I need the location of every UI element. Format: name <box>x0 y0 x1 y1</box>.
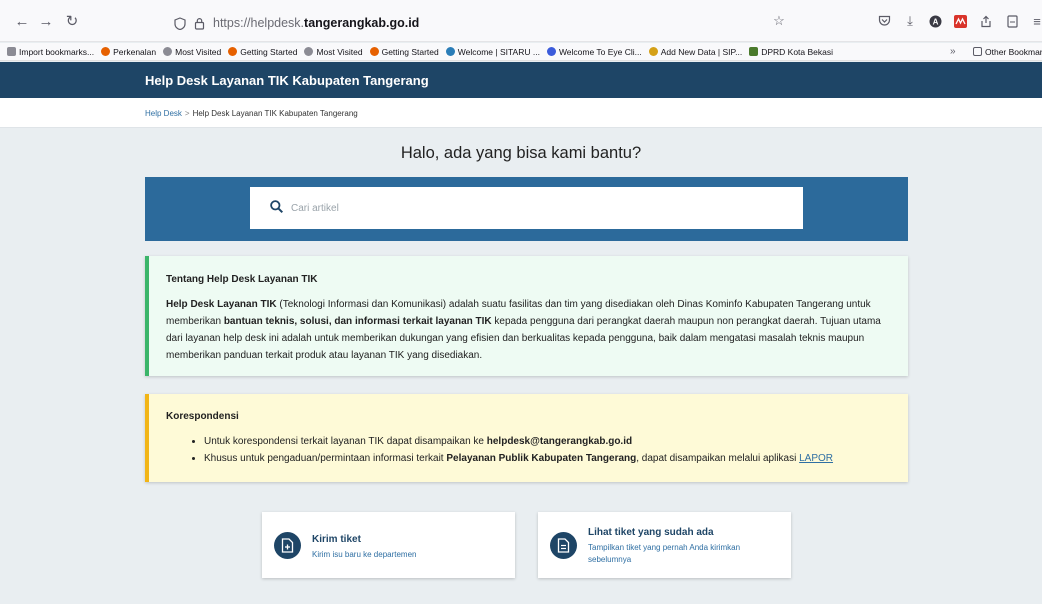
chevron-more-icon[interactable]: » <box>950 46 956 57</box>
about-card: Tentang Help Desk Layanan TIK Help Desk … <box>145 256 908 376</box>
bookmark-item[interactable]: Add New Data | SIP... <box>648 47 742 57</box>
bookmark-item[interactable]: DPRD Kota Bekasi <box>749 47 833 57</box>
firefox-icon <box>369 47 379 56</box>
bookmark-item[interactable]: Import bookmarks... <box>7 47 94 57</box>
hero-title: Halo, ada yang bisa kami bantu? <box>400 144 642 162</box>
view-tickets-title: Lihat tiket yang sudah ada <box>588 527 714 538</box>
breadcrumb-separator: > <box>184 109 190 118</box>
url-prefix: https://helpdesk. <box>213 16 305 30</box>
site-title[interactable]: Help Desk Layanan TIK Kabupaten Tangeran… <box>145 73 429 88</box>
about-title: Tentang Help Desk Layanan TIK <box>166 274 318 285</box>
bookmark-item[interactable]: Perkenalan <box>101 47 156 57</box>
dprd-icon <box>749 47 759 56</box>
site-header: Help Desk Layanan TIK Kabupaten Tangeran… <box>0 62 1042 98</box>
firefox-icon <box>228 47 238 56</box>
bookmark-item[interactable]: Getting Started <box>369 47 439 57</box>
list-item: Khusus untuk pengaduan/permintaan inform… <box>204 450 892 467</box>
new-ticket-subtitle: Kirim isu baru ke departemen <box>312 550 417 559</box>
forward-icon[interactable]: → <box>38 14 54 30</box>
bookmark-star-icon[interactable]: ☆ <box>770 12 788 30</box>
correspondence-title: Korespondensi <box>166 411 239 422</box>
lapor-link[interactable]: LAPOR <box>799 453 833 464</box>
bookmark-item[interactable]: Most Visited <box>163 47 221 57</box>
correspondence-card: Korespondensi Untuk korespondensi terkai… <box>145 394 908 482</box>
breadcrumb-home-link[interactable]: Help Desk <box>145 109 182 118</box>
search-box[interactable] <box>250 187 803 229</box>
extension-red-icon[interactable] <box>951 12 969 30</box>
new-ticket-title: Kirim tiket <box>312 534 361 545</box>
gear-icon <box>163 47 173 56</box>
lock-icon[interactable] <box>194 17 205 30</box>
gear-icon <box>304 47 314 56</box>
search-icon <box>270 200 283 213</box>
svg-text:A: A <box>932 17 938 26</box>
reload-icon[interactable]: ↻ <box>64 14 80 30</box>
hourglass-icon <box>648 47 658 56</box>
share-icon[interactable] <box>977 12 995 30</box>
bookmark-item[interactable]: Getting Started <box>228 47 297 57</box>
url-host: tangerangkab.go.id <box>304 16 420 30</box>
folder-icon <box>973 47 982 56</box>
breadcrumb-current: Help Desk Layanan TIK Kabupaten Tangeran… <box>192 109 358 118</box>
bookmark-item[interactable]: Most Visited <box>304 47 363 57</box>
view-tickets-button[interactable]: Lihat tiket yang sudah ada Tampilkan tik… <box>538 512 791 578</box>
bookmarks-bar: Import bookmarks... Perkenalan Most Visi… <box>0 43 1042 61</box>
new-ticket-button[interactable]: Kirim tiket Kirim isu baru ke departemen <box>262 512 515 578</box>
back-icon[interactable]: ← <box>14 14 30 30</box>
reader-icon[interactable] <box>1003 12 1021 30</box>
menu-icon[interactable]: ≡ <box>1028 12 1042 30</box>
view-tickets-subtitle: Tampilkan tiket yang pernah Anda kirimka… <box>588 543 741 564</box>
correspondence-list: Untuk korespondensi terkait layanan TIK … <box>204 433 892 467</box>
about-text: Help Desk Layanan TIK (Teknologi Informa… <box>166 299 881 361</box>
browser-toolbar: ← → ↻ https://helpdesk. tangerangkab.go.i… <box>0 0 1042 42</box>
eye-icon <box>546 47 556 56</box>
search-input[interactable] <box>291 187 771 229</box>
bookmark-item[interactable]: Welcome To Eye Cli... <box>546 47 642 57</box>
pocket-icon[interactable] <box>875 12 893 30</box>
import-icon <box>7 47 16 56</box>
new-ticket-icon <box>274 532 301 559</box>
address-bar[interactable]: https://helpdesk. tangerangkab.go.id <box>166 8 796 38</box>
view-tickets-icon <box>550 532 577 559</box>
breadcrumb: Help Desk > Help Desk Layanan TIK Kabupate… <box>145 109 358 118</box>
breadcrumb-bar: Help Desk > Help Desk Layanan TIK Kabupate… <box>0 98 1042 128</box>
bookmark-item[interactable]: Welcome | SITARU ... <box>445 47 540 57</box>
firefox-icon <box>101 47 111 56</box>
download-icon[interactable]: ⤓ <box>901 12 919 30</box>
globe-icon <box>445 47 455 56</box>
extension-a-icon[interactable]: A <box>926 12 944 30</box>
email-text: helpdesk@tangerangkab.go.id <box>486 436 633 447</box>
other-bookmarks[interactable]: Other Bookmar <box>973 47 1042 57</box>
list-item: Untuk korespondensi terkait layanan TIK … <box>204 433 892 450</box>
shield-icon <box>174 16 186 30</box>
